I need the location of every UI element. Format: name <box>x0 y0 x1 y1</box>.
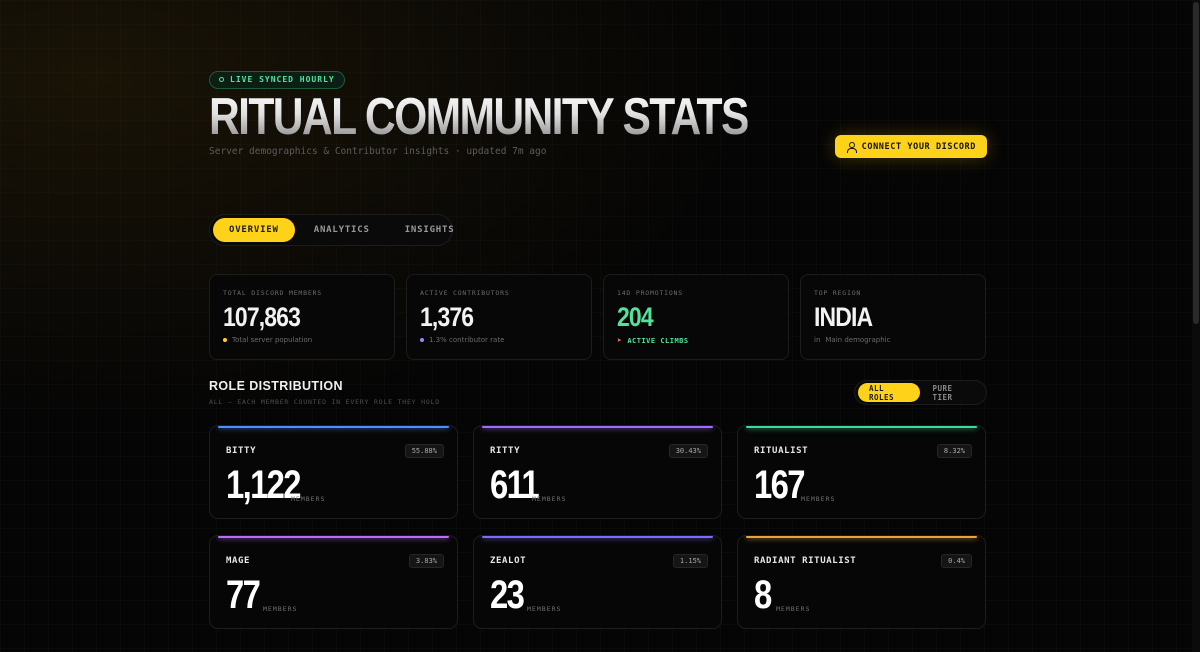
kpi-sub-text: Total server population <box>232 336 313 344</box>
flag-icon: in <box>814 336 821 344</box>
role-name: RADIANT RITUALIST <box>754 556 857 566</box>
role-unit-label: MEMBERS <box>527 605 562 613</box>
scrollbar-thumb[interactable] <box>1193 2 1199 324</box>
kpi-label: ACTIVE CONTRIBUTORS <box>420 289 510 297</box>
role-count: 8 <box>754 573 772 617</box>
role-count: 167 <box>754 463 805 507</box>
role-card-radiant-ritualist[interactable]: RADIANT RITUALIST 0.4% 8 MEMBERS <box>737 535 986 629</box>
live-sync-label: LIVE SYNCED HOURLY <box>230 75 335 84</box>
role-distribution-title: ROLE DISTRIBUTION <box>209 379 343 393</box>
kpi-sub-text: Main demographic <box>825 336 891 344</box>
role-percent-badge: 8.32% <box>936 444 972 458</box>
page-title: RITUAL COMMUNITY STATS <box>209 88 749 146</box>
filter-pure-tier[interactable]: PURE TIER <box>922 383 984 402</box>
connect-discord-button[interactable]: CONNECT YOUR DISCORD <box>834 135 987 158</box>
live-dot-icon <box>219 77 224 82</box>
kpi-card-active-contributors: ACTIVE CONTRIBUTORS 1,376 1.3% contribut… <box>406 274 592 360</box>
role-accent-bar <box>218 536 449 538</box>
role-accent-bar <box>482 426 713 428</box>
role-percent-badge: 3.83% <box>408 554 444 568</box>
role-unit-label: MEMBERS <box>263 605 298 613</box>
role-name: ZEALOT <box>490 556 527 566</box>
tab-analytics[interactable]: ANALYTICS <box>298 218 386 242</box>
kpi-value: 107,863 <box>223 302 301 332</box>
role-percent-badge: 30.43% <box>668 444 708 458</box>
role-count: 77 <box>226 573 261 617</box>
role-name: MAGE <box>226 556 251 566</box>
kpi-value: INDIA <box>814 302 873 332</box>
kpi-sub: in Main demographic <box>814 336 972 344</box>
tab-insights[interactable]: INSIGHTS <box>389 218 471 242</box>
page-scrollbar[interactable] <box>1192 0 1200 652</box>
role-grid: BITTY 55.88% 1,122 MEMBERS RITTY 30.43% … <box>209 425 987 629</box>
connect-discord-label: CONNECT YOUR DISCORD <box>861 141 976 152</box>
kpi-card-top-region: TOP REGION INDIA in Main demographic <box>800 274 986 360</box>
kpi-row: TOTAL DISCORD MEMBERS 107,863 Total serv… <box>209 274 987 360</box>
kpi-label: TOP REGION <box>814 289 862 297</box>
role-accent-bar <box>218 426 449 428</box>
role-accent-bar <box>482 536 713 538</box>
kpi-label: 14D PROMOTIONS <box>617 289 683 297</box>
role-unit-label: MEMBERS <box>801 495 836 503</box>
role-unit-label: MEMBERS <box>776 605 811 613</box>
kpi-value: 204 <box>617 302 654 332</box>
role-percent-badge: 1.15% <box>672 554 708 568</box>
role-distribution-subtitle: ALL — EACH MEMBER COUNTED IN EVERY ROLE … <box>209 398 440 406</box>
role-accent-bar <box>746 426 977 428</box>
role-accent-bar <box>746 536 977 538</box>
role-name: RITUALIST <box>754 446 809 456</box>
main-tabs: OVERVIEW ANALYTICS INSIGHTS <box>209 214 454 246</box>
role-card-bitty[interactable]: BITTY 55.88% 1,122 MEMBERS <box>209 425 458 519</box>
kpi-label: TOTAL DISCORD MEMBERS <box>223 289 322 297</box>
kpi-card-total-members: TOTAL DISCORD MEMBERS 107,863 Total serv… <box>209 274 395 360</box>
filter-all-roles[interactable]: ALL ROLES <box>858 383 920 402</box>
role-percent-badge: 0.4% <box>941 554 972 568</box>
role-count: 1,122 <box>226 463 302 507</box>
role-count: 23 <box>490 573 525 617</box>
main-content: LIVE SYNCED HOURLY RITUAL COMMUNITY STAT… <box>209 67 987 629</box>
live-sync-badge: LIVE SYNCED HOURLY <box>209 70 345 89</box>
kpi-sub: 1.3% contributor rate <box>420 336 578 344</box>
kpi-sub-text: 1.3% contributor rate <box>429 336 505 344</box>
role-card-ritty[interactable]: RITTY 30.43% 611 MEMBERS <box>473 425 722 519</box>
role-card-mage[interactable]: MAGE 3.83% 77 MEMBERS <box>209 535 458 629</box>
kpi-sub-text: ACTIVE CLIMBS <box>627 336 689 345</box>
kpi-value: 1,376 <box>420 302 474 332</box>
tab-overview[interactable]: OVERVIEW <box>213 218 295 242</box>
role-unit-label: MEMBERS <box>532 495 567 503</box>
role-percent-badge: 55.88% <box>404 444 444 458</box>
kpi-card-promotions: 14D PROMOTIONS 204 ➤ ACTIVE CLIMBS <box>603 274 789 360</box>
yellow-dot-icon <box>223 338 227 342</box>
page-subtitle: Server demographics & Contributor insigh… <box>209 146 547 157</box>
role-name: BITTY <box>226 446 257 456</box>
kpi-sub: ➤ ACTIVE CLIMBS <box>617 336 775 345</box>
role-card-zealot[interactable]: ZEALOT 1.15% 23 MEMBERS <box>473 535 722 629</box>
user-icon <box>846 141 857 153</box>
role-filter-toggle: ALL ROLES PURE TIER <box>854 380 987 405</box>
role-card-ritualist[interactable]: RITUALIST 8.32% 167 MEMBERS <box>737 425 986 519</box>
role-count: 611 <box>490 463 540 507</box>
kpi-sub: Total server population <box>223 336 381 344</box>
role-name: RITTY <box>490 446 521 456</box>
purple-dot-icon <box>420 338 424 342</box>
rocket-icon: ➤ <box>617 336 623 345</box>
role-unit-label: MEMBERS <box>291 495 326 503</box>
